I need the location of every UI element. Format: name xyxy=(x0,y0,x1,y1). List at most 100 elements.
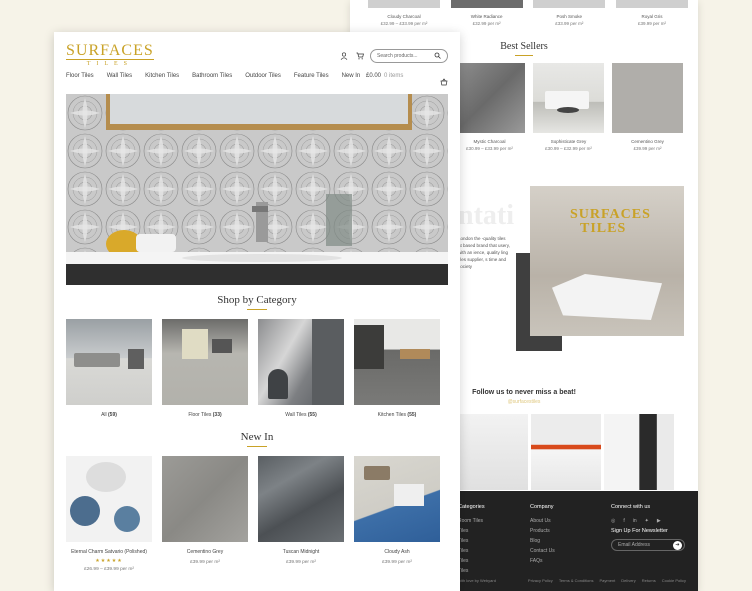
hero-banner[interactable] xyxy=(66,94,448,285)
legal-link[interactable]: Payment xyxy=(600,578,616,583)
cart-summary[interactable]: £0.00 0 items xyxy=(366,73,403,79)
footer-link[interactable]: FAQs xyxy=(530,558,555,564)
product-card[interactable]: Royal Gris £39.99 per m² xyxy=(615,0,688,32)
product-image[interactable] xyxy=(612,63,683,133)
search-input[interactable]: Search products... xyxy=(370,49,448,63)
product-image[interactable] xyxy=(615,0,688,8)
footer-link[interactable]: Contact Us xyxy=(530,548,555,554)
nav-item-bathroom-tiles[interactable]: Bathroom Tiles xyxy=(192,73,232,79)
legal-link[interactable]: Terms & Conditions xyxy=(559,578,594,583)
product-image[interactable] xyxy=(354,456,440,542)
product-card[interactable]: Cementino Grey £39.99 per m² xyxy=(612,63,683,151)
category-caption[interactable]: Floor Tiles (33) xyxy=(162,412,248,418)
linkedin-icon[interactable]: in xyxy=(633,518,637,524)
product-name[interactable]: Cementino Grey xyxy=(162,549,248,555)
nav-item-new-in[interactable]: New In xyxy=(342,73,361,79)
product-price: £39.99 per m² xyxy=(286,560,316,565)
instagram-icon[interactable]: ◎ xyxy=(611,518,615,524)
footer-link[interactable]: Blog xyxy=(530,538,555,544)
best-sellers-row: Mystic Charcoal £30.99 – £33.99 per m² S… xyxy=(454,63,683,151)
email-placeholder: Email Address xyxy=(618,542,650,548)
footer-connect-title: Connect with us xyxy=(611,504,651,510)
basket-icon[interactable] xyxy=(440,73,448,86)
product-image[interactable] xyxy=(533,63,604,133)
arrow-right-icon[interactable]: ➔ xyxy=(673,540,682,550)
product-card[interactable]: Cloudy Charcoal £32.99 – £33.99 per m² xyxy=(368,0,440,32)
category-caption[interactable]: Kitchen Tiles (55) xyxy=(354,412,440,418)
newsletter-email-input[interactable]: Email Address ➔ xyxy=(611,539,685,551)
category-image[interactable] xyxy=(162,319,248,405)
footer-link[interactable]: About Us xyxy=(530,518,555,524)
legal-link[interactable]: Delivery xyxy=(621,578,635,583)
nav-item-wall-tiles[interactable]: Wall Tiles xyxy=(107,73,132,79)
product-name[interactable]: Eternal Charm Satvario (Polished) xyxy=(66,549,152,555)
footer-link[interactable]: Tiles xyxy=(458,568,485,574)
product-name[interactable]: Cloudy Ash xyxy=(354,549,440,555)
instagram-post[interactable] xyxy=(604,414,674,490)
product-name[interactable]: Tuscan Midnight xyxy=(258,549,344,555)
product-card[interactable]: Tuscan Midnight £39.99 per m² xyxy=(258,456,344,572)
product-image[interactable] xyxy=(162,456,248,542)
footer-link[interactable]: Tiles xyxy=(458,528,485,534)
product-name[interactable]: Sophisticate Grey xyxy=(533,139,604,144)
product-card[interactable]: Posh Smoke £33.99 per m² xyxy=(533,0,606,32)
category-caption[interactable]: Wall Tiles (55) xyxy=(258,412,344,418)
product-card[interactable]: Cementino Grey £39.99 per m² xyxy=(162,456,248,572)
product-card[interactable]: Sophisticate Grey £30.99 – £32.99 per m² xyxy=(533,63,604,151)
reception-desk xyxy=(552,274,662,320)
logo-text-main: SURFACES xyxy=(66,42,154,59)
legal-link[interactable]: Returns xyxy=(642,578,656,583)
legal-link[interactable]: Privacy Policy xyxy=(528,578,553,583)
nav-item-kitchen-tiles[interactable]: Kitchen Tiles xyxy=(145,73,179,79)
nav-item-feature-tiles[interactable]: Feature Tiles xyxy=(294,73,329,79)
product-price: £33.99 per m² xyxy=(555,21,584,26)
instagram-post[interactable] xyxy=(531,414,601,490)
main-navigation: Floor Tiles Wall Tiles Kitchen Tiles Bat… xyxy=(66,73,360,79)
nav-item-floor-tiles[interactable]: Floor Tiles xyxy=(66,73,94,79)
nav-item-outdoor-tiles[interactable]: Outdoor Tiles xyxy=(245,73,281,79)
hero-image xyxy=(66,94,448,285)
product-card[interactable]: Eternal Charm Satvario (Polished) ★★★★★ … xyxy=(66,456,152,572)
facebook-icon[interactable]: f xyxy=(623,518,624,524)
category-card-kitchen-tiles[interactable]: Kitchen Tiles (55) xyxy=(354,319,440,418)
product-name[interactable]: Royal Gris xyxy=(616,14,688,19)
footer-link[interactable]: Tiles xyxy=(458,558,485,564)
legal-link[interactable]: Cookie Policy xyxy=(662,578,686,583)
product-image[interactable] xyxy=(66,456,152,542)
footer-link[interactable]: Products xyxy=(530,528,555,534)
footer-link[interactable]: Tiles xyxy=(458,548,485,554)
footer-link[interactable]: Room Tiles xyxy=(458,518,485,524)
search-icon[interactable] xyxy=(434,52,441,61)
category-card-floor-tiles[interactable]: Floor Tiles (33) xyxy=(162,319,248,418)
user-icon[interactable] xyxy=(340,52,348,60)
product-image[interactable] xyxy=(533,0,606,8)
product-image[interactable] xyxy=(450,0,523,8)
showroom-sign-line1: SURFACES xyxy=(570,207,651,222)
site-logo[interactable]: SURFACES TILES xyxy=(66,42,154,67)
youtube-icon[interactable]: ▶ xyxy=(657,518,661,524)
product-name[interactable]: Cementino Grey xyxy=(612,139,683,144)
new-in-grid: Eternal Charm Satvario (Polished) ★★★★★ … xyxy=(66,456,440,572)
product-card[interactable]: Mystic Charcoal £30.99 – £33.99 per m² xyxy=(454,63,525,151)
product-name[interactable]: Cloudy Charcoal xyxy=(368,14,440,19)
product-name[interactable]: Mystic Charcoal xyxy=(454,139,525,144)
category-image[interactable] xyxy=(258,319,344,405)
product-image[interactable] xyxy=(368,0,440,8)
category-image[interactable] xyxy=(354,319,440,405)
product-card[interactable]: White Radiance £32.99 per m² xyxy=(450,0,523,32)
category-card-wall-tiles[interactable]: Wall Tiles (55) xyxy=(258,319,344,418)
footer-link[interactable]: Tiles xyxy=(458,538,485,544)
category-card-all[interactable]: All (59) xyxy=(66,319,152,418)
product-image[interactable] xyxy=(454,63,525,133)
category-image[interactable] xyxy=(66,319,152,405)
product-name[interactable]: Posh Smoke xyxy=(533,14,605,19)
footer-categories: Categories Room Tiles Tiles Tiles Tiles … xyxy=(458,504,485,578)
instagram-post[interactable] xyxy=(458,414,528,490)
product-card[interactable]: Cloudy Ash £39.99 per m² xyxy=(354,456,440,572)
product-image[interactable] xyxy=(258,456,344,542)
category-caption[interactable]: All (59) xyxy=(66,412,152,418)
product-name[interactable]: White Radiance xyxy=(451,14,523,19)
search-placeholder: Search products... xyxy=(377,53,418,59)
twitter-icon[interactable]: ✦ xyxy=(645,518,649,524)
cart-icon[interactable] xyxy=(356,52,364,60)
